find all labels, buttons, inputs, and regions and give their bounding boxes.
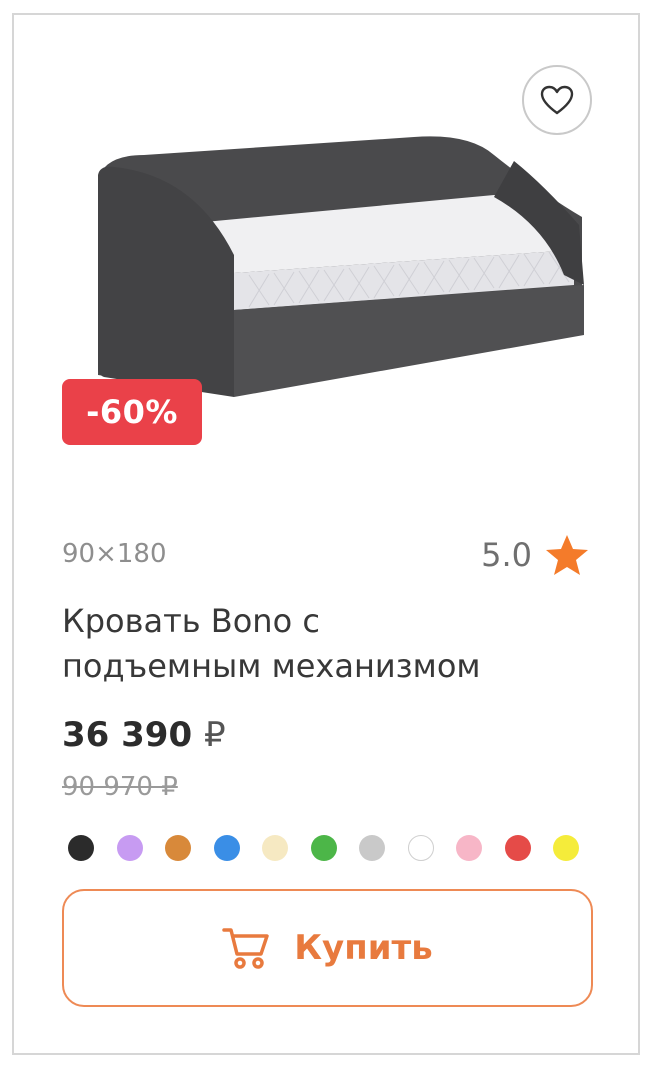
- buy-button-label: Купить: [294, 928, 433, 968]
- price-value: 36 390: [62, 715, 193, 755]
- current-price: 36 390 ₽: [62, 715, 226, 755]
- color-options: [68, 835, 579, 861]
- title-line-2: подъемным механизмом: [62, 647, 481, 685]
- price-currency: ₽: [203, 715, 226, 755]
- color-swatch[interactable]: [553, 835, 579, 861]
- old-price: 90 970 ₽: [62, 772, 178, 802]
- discount-badge: -60%: [62, 379, 202, 445]
- color-swatch[interactable]: [68, 835, 94, 861]
- buy-button[interactable]: Купить: [62, 889, 593, 1007]
- color-swatch[interactable]: [456, 835, 482, 861]
- heart-outline-icon: [540, 85, 574, 115]
- color-swatch[interactable]: [504, 835, 531, 861]
- color-swatch[interactable]: [407, 835, 434, 861]
- color-swatch[interactable]: [116, 835, 143, 861]
- star-icon: [546, 535, 588, 575]
- cart-icon: [222, 928, 269, 969]
- color-swatch[interactable]: [213, 835, 240, 861]
- size-label: 90×180: [62, 539, 167, 569]
- product-card[interactable]: -60% 90×180 5.0 Кровать Bono с подъемным…: [12, 13, 640, 1055]
- product-title[interactable]: Кровать Bono с подъемным механизмом: [62, 599, 602, 689]
- rating-value: 5.0: [481, 536, 532, 574]
- color-swatch[interactable]: [310, 835, 337, 861]
- color-swatch[interactable]: [165, 835, 191, 861]
- color-swatch[interactable]: [262, 835, 288, 861]
- rating: 5.0: [481, 533, 590, 577]
- title-line-1: Кровать Bono с: [62, 602, 320, 640]
- color-swatch[interactable]: [359, 835, 385, 861]
